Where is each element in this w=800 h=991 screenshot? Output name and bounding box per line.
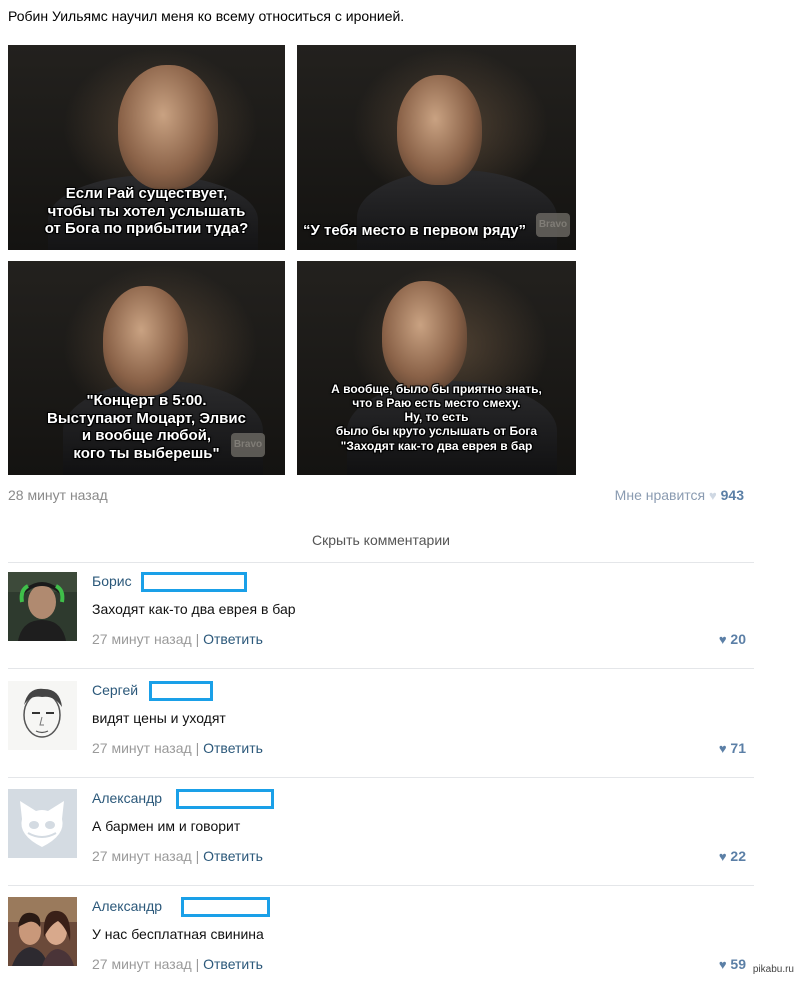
caption-line: "Концерт в 5:00. xyxy=(86,392,207,409)
panel-1-caption: Если Рай существует, чтобы ты хотел услы… xyxy=(8,185,285,238)
comment-item: Александр А бармен им и говорит 27 минут… xyxy=(0,783,760,883)
separator: | xyxy=(195,848,204,864)
caption-line: “У тебя место в первом ряду” xyxy=(303,222,527,239)
caption-line: Если Рай существует, xyxy=(65,185,228,202)
reply-link[interactable]: Ответить xyxy=(203,631,263,647)
comment-time[interactable]: 27 минут назад xyxy=(92,956,192,972)
post-like-button[interactable]: Мне нравится ♥ 943 xyxy=(615,487,744,503)
caption-line: Выступают Моцарт, Элвис xyxy=(47,409,246,427)
reply-link[interactable]: Ответить xyxy=(203,740,263,756)
comment-like-button[interactable]: ♥ 59 xyxy=(719,956,746,972)
separator: | xyxy=(195,631,204,647)
avatar[interactable] xyxy=(8,681,77,750)
avatar[interactable] xyxy=(8,897,77,966)
comment-time[interactable]: 27 минут назад xyxy=(92,740,192,756)
caption-line: Ну, то есть xyxy=(404,410,469,425)
image-panel-1[interactable]: Если Рай существует, чтобы ты хотел услы… xyxy=(8,45,285,250)
caption-line: было бы круто услышать от Бога xyxy=(335,424,538,439)
heart-icon: ♥ xyxy=(709,488,717,503)
redaction-box xyxy=(149,681,213,701)
redaction-box xyxy=(176,789,274,809)
like-label: Мне нравится xyxy=(614,487,706,503)
post-text: Робин Уильямс научил меня ко всему относ… xyxy=(8,8,405,24)
separator: | xyxy=(195,956,204,972)
divider xyxy=(8,562,754,563)
comment-item: Александр У нас бесплатная свинина 27 ми… xyxy=(0,891,760,991)
heart-icon: ♥ xyxy=(718,957,727,972)
panel-4-caption: А вообще, было бы приятно знать, что в Р… xyxy=(297,382,576,453)
comment-like-count: 20 xyxy=(730,631,746,647)
comment-text: А бармен им и говорит xyxy=(92,818,241,834)
panel-3-caption: "Концерт в 5:00. Выступают Моцарт, Элвис… xyxy=(8,392,285,463)
site-watermark: pikabu.ru xyxy=(752,964,794,975)
comment-text: У нас бесплатная свинина xyxy=(92,926,264,942)
caption-line: "Заходят как-то два еврея в бар xyxy=(340,438,533,453)
reply-link[interactable]: Ответить xyxy=(203,956,263,972)
comment-like-button[interactable]: ♥ 22 xyxy=(719,848,746,864)
redaction-box xyxy=(141,572,247,592)
hide-comments-link[interactable]: Скрыть комментарии xyxy=(0,532,762,548)
comment-footer: 27 минут назад | Ответить xyxy=(92,631,263,647)
caption-line: кого ты выберешь" xyxy=(73,445,220,463)
comment-like-count: 71 xyxy=(730,740,746,756)
avatar[interactable] xyxy=(8,572,77,641)
divider xyxy=(8,777,754,778)
comment-like-count: 59 xyxy=(730,956,746,972)
comment-footer: 27 минут назад | Ответить xyxy=(92,956,263,972)
post-time[interactable]: 28 минут назад xyxy=(8,487,108,503)
like-count: 943 xyxy=(720,487,744,503)
comment-item: Сергей видят цены и уходят 27 минут наза… xyxy=(0,675,760,775)
caption-line: чтобы ты хотел услышать xyxy=(47,202,246,220)
divider xyxy=(8,668,754,669)
caption-line: от Бога по прибытии туда? xyxy=(44,220,249,238)
comment-footer: 27 минут назад | Ответить xyxy=(92,848,263,864)
reply-link[interactable]: Ответить xyxy=(203,848,263,864)
caption-line: и вообще любой, xyxy=(81,427,212,445)
separator: | xyxy=(195,740,204,756)
comment-author[interactable]: Александр xyxy=(92,790,162,806)
image-panel-3[interactable]: Bravo "Концерт в 5:00. Выступают Моцарт,… xyxy=(8,261,285,475)
redaction-box xyxy=(181,897,270,917)
comment-item: Борис Заходят как-то два еврея в бар 27 … xyxy=(0,566,760,666)
heart-icon: ♥ xyxy=(718,849,727,864)
heart-icon: ♥ xyxy=(718,632,727,647)
comment-like-button[interactable]: ♥ 71 xyxy=(719,740,746,756)
comment-time[interactable]: 27 минут назад xyxy=(92,631,192,647)
caption-line: А вообще, было бы приятно знать, xyxy=(331,382,542,396)
comment-time[interactable]: 27 минут назад xyxy=(92,848,192,864)
divider xyxy=(8,885,754,886)
caption-line: что в Раю есть место смеху. xyxy=(352,396,521,411)
comment-author[interactable]: Борис xyxy=(92,573,132,589)
heart-icon: ♥ xyxy=(718,741,727,756)
comment-text: видят цены и уходят xyxy=(92,710,226,726)
comment-like-button[interactable]: ♥ 20 xyxy=(719,631,746,647)
comment-text: Заходят как-то два еврея в бар xyxy=(92,601,296,617)
avatar[interactable] xyxy=(8,789,77,858)
comment-author[interactable]: Сергей xyxy=(92,682,138,698)
comment-author[interactable]: Александр xyxy=(92,898,162,914)
image-panel-4[interactable]: А вообще, было бы приятно знать, что в Р… xyxy=(297,261,576,475)
image-panel-2[interactable]: Bravo “У тебя место в первом ряду” xyxy=(297,45,576,250)
comment-like-count: 22 xyxy=(730,848,746,864)
panel-2-caption: “У тебя место в первом ряду” xyxy=(303,222,576,240)
comment-footer: 27 минут назад | Ответить xyxy=(92,740,263,756)
